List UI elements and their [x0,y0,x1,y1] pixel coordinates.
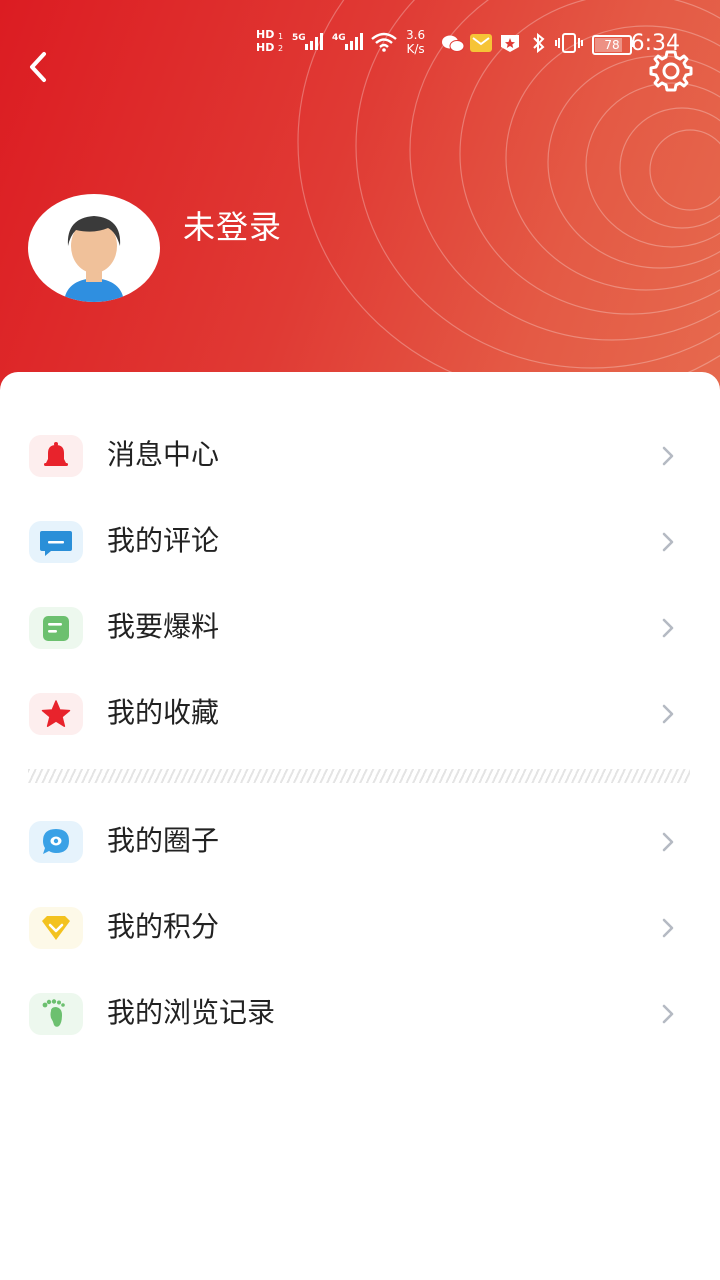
chevron-right-icon [662,918,674,938]
menu-item-message-center[interactable]: 消息中心 [0,413,720,499]
status-bar: HD HD 1 2 5G 4G 3.6 K/s 78 6:34 [0,0,720,80]
avatar[interactable] [28,194,160,302]
chevron-right-icon [662,832,674,852]
wifi-icon [371,32,397,52]
bell-icon [29,435,83,477]
menu-item-my-circles[interactable]: 我的圈子 [0,799,720,885]
menu-label: 我的收藏 [107,696,220,729]
comment-icon [29,521,83,563]
chevron-right-icon [662,532,674,552]
svg-text:1: 1 [278,32,283,41]
default-avatar-icon [64,216,124,302]
menu-item-my-comments[interactable]: 我的评论 [0,499,720,585]
vibrate-icon [555,33,583,53]
svg-text:2: 2 [278,44,283,53]
gear-icon [649,50,693,92]
menu-label: 我要爆料 [107,610,220,643]
menu-label: 我的圈子 [107,824,220,857]
note-icon [29,607,83,649]
menu-item-submit-tip[interactable]: 我要爆料 [0,585,720,671]
section-divider [28,769,690,783]
signal-icon [305,33,323,50]
back-button[interactable] [22,48,56,86]
settings-button[interactable] [648,48,694,94]
circle-chat-icon [29,821,83,863]
network-speed: 3.6 K/s [406,28,426,56]
chevron-right-icon [662,446,674,466]
menu-label: 我的评论 [107,524,220,557]
chevron-right-icon [662,704,674,724]
mail-icon [470,34,492,52]
battery-level: 78 [604,38,620,52]
menu-label: 消息中心 [107,438,220,471]
profile-header: HD HD 1 2 5G 4G 3.6 K/s 78 6:34 未登录 [0,0,720,420]
battery-icon: 78 [592,35,632,55]
menu-label: 我的积分 [107,910,220,943]
sim-index-icon: 1 2 [278,32,283,53]
menu-item-my-points[interactable]: 我的积分 [0,885,720,971]
bluetooth-icon [533,33,545,53]
hd-indicator: HD HD [256,28,275,54]
menu-item-browsing-history[interactable]: 我的浏览记录 [0,971,720,1057]
username-label[interactable]: 未登录 [183,202,282,248]
app-notification-icon [501,35,519,52]
signal-icon-2 [345,33,363,50]
menu-label: 我的浏览记录 [107,996,276,1029]
menu-item-my-favorites[interactable]: 我的收藏 [0,671,720,757]
diamond-icon [29,907,83,949]
chevron-left-icon [30,52,46,82]
chevron-right-icon [662,1004,674,1024]
star-icon [29,693,83,735]
footprint-icon [29,993,83,1035]
chevron-right-icon [662,618,674,638]
wechat-icon [442,35,465,52]
